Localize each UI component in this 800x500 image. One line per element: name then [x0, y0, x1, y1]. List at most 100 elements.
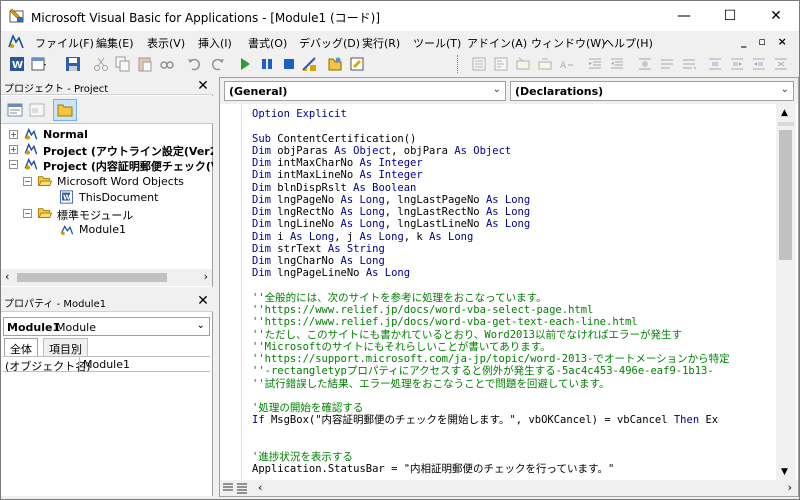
code-line[interactable]: ''https://support.microsoft.com/ja-jp/to…: [252, 353, 730, 365]
menu-edit[interactable]: 編集(E): [96, 35, 134, 51]
code-line[interactable]: ''https://www.relief.jp/docs/word-vba-se…: [252, 304, 730, 316]
design-mode-icon[interactable]: [301, 56, 317, 72]
toggle-folders-button[interactable]: [53, 99, 77, 121]
next-bookmark-icon[interactable]: [729, 56, 745, 72]
vba-menu-icon[interactable]: [7, 34, 25, 50]
project-pane-hscrollbar[interactable]: ‹ ›: [1, 269, 212, 286]
indent-icon[interactable]: [587, 56, 603, 72]
project-explorer-icon[interactable]: [327, 56, 343, 72]
scroll-thumb[interactable]: [779, 130, 792, 260]
project-pane-close-icon[interactable]: ✕: [195, 78, 211, 94]
menu-addins[interactable]: アドイン(A): [467, 35, 527, 51]
list-properties-icon[interactable]: [471, 56, 487, 72]
code-vscrollbar[interactable]: ▲ ▼: [776, 104, 796, 480]
split-bar[interactable]: [778, 122, 794, 126]
comment-block-icon[interactable]: [659, 56, 675, 72]
document-window-controls[interactable]: _ ▫ ×: [741, 35, 791, 48]
code-line[interactable]: Option Explicit: [252, 108, 730, 120]
toolbar-grip[interactable]: [457, 55, 461, 73]
uncomment-block-icon[interactable]: [681, 56, 697, 72]
close-button[interactable]: ✕: [753, 1, 799, 31]
code-line[interactable]: '処理の開始を確認する: [252, 402, 730, 414]
menu-file[interactable]: ファイル(F): [35, 35, 94, 51]
copy-icon[interactable]: [115, 56, 131, 72]
run-icon[interactable]: [237, 56, 253, 72]
toggle-bookmark-icon[interactable]: [707, 56, 723, 72]
insert-userform-icon[interactable]: [31, 56, 47, 72]
code-line[interactable]: Dim lngLineNo As Long, lngLastLineNo As …: [252, 218, 730, 230]
code-text[interactable]: Option Explicit Sub ContentCertification(…: [252, 108, 730, 476]
redo-icon[interactable]: [209, 56, 225, 72]
code-line[interactable]: Dim intMaxCharNo As Integer: [252, 157, 730, 169]
undo-icon[interactable]: [187, 56, 203, 72]
menu-help[interactable]: ヘルプ(H): [603, 35, 653, 51]
code-line[interactable]: Dim intMaxLineNo As Integer: [252, 169, 730, 181]
code-line[interactable]: Dim lngCharNo As Long: [252, 255, 730, 267]
object-combo[interactable]: (General) ⌄: [224, 81, 506, 101]
code-hscrollbar[interactable]: ‹ ›: [220, 480, 798, 496]
scroll-right-icon[interactable]: ›: [204, 270, 208, 283]
tree-item-certification-project[interactable]: − Project (内容証明郵便チェック(Ve: [1, 157, 213, 173]
collapse-icon[interactable]: −: [9, 160, 18, 169]
complete-word-icon[interactable]: A: [559, 56, 575, 72]
code-line[interactable]: Dim strText As String: [252, 243, 730, 255]
scroll-left-icon[interactable]: ‹: [5, 270, 9, 283]
scroll-left-icon[interactable]: ‹: [258, 481, 262, 494]
margin-indicator-bar[interactable]: [220, 104, 242, 480]
object-select[interactable]: Module1 Module ⌄: [3, 317, 210, 336]
reset-icon[interactable]: [281, 56, 297, 72]
toggle-breakpoint-icon[interactable]: [637, 56, 653, 72]
tree-item-word-objects[interactable]: − Microsoft Word Objects: [1, 174, 213, 189]
quick-info-icon[interactable]: [515, 56, 531, 72]
menu-debug[interactable]: デバッグ(D): [299, 35, 360, 51]
properties-window-icon[interactable]: [349, 56, 365, 72]
scroll-down-icon[interactable]: ▼: [781, 467, 788, 477]
list-constants-icon[interactable]: [493, 56, 509, 72]
code-line[interactable]: Dim lngPageNo As Long, lngLastPageNo As …: [252, 194, 730, 206]
expand-icon[interactable]: +: [9, 130, 18, 139]
view-object-icon[interactable]: [29, 102, 45, 118]
menu-format[interactable]: 書式(O): [248, 35, 287, 51]
word-view-icon[interactable]: W: [9, 56, 25, 72]
tree-item-outline-project[interactable]: + Project (アウトライン設定(Ver20: [1, 142, 213, 158]
paste-icon[interactable]: [137, 56, 153, 72]
scroll-up-icon[interactable]: ▲: [781, 108, 788, 118]
code-line[interactable]: Dim objParas As Object, objPara As Objec…: [252, 145, 730, 157]
menu-window[interactable]: ウィンドウ(W): [531, 35, 605, 51]
break-icon[interactable]: [259, 56, 275, 72]
code-line[interactable]: '進捗状況を表示する: [252, 451, 730, 463]
code-line[interactable]: If MsgBox("内容証明郵便のチェックを開始します。", vbOKCanc…: [252, 414, 730, 426]
collapse-icon[interactable]: −: [23, 209, 32, 218]
view-code-icon[interactable]: [7, 102, 23, 118]
code-line[interactable]: Dim lngRectNo As Long, lngLastRectNo As …: [252, 206, 730, 218]
tab-alphabetic[interactable]: 全体: [4, 338, 38, 356]
code-line[interactable]: [252, 427, 730, 439]
code-line[interactable]: ''Microsoftのサイトにもそれらしいことが書いてあります。: [252, 341, 730, 353]
save-icon[interactable]: [65, 56, 81, 72]
properties-pane-close-icon[interactable]: ✕: [195, 293, 211, 309]
outdent-icon[interactable]: [609, 56, 625, 72]
expand-icon[interactable]: +: [9, 145, 18, 154]
tree-item-normal[interactable]: + Normal: [1, 127, 213, 142]
code-line[interactable]: Dim i As Long, j As Long, k As Long: [252, 231, 730, 243]
menu-tools[interactable]: ツール(T): [413, 35, 461, 51]
code-line[interactable]: Sub ContentCertification(): [252, 133, 730, 145]
code-line[interactable]: [252, 439, 730, 451]
minimize-button[interactable]: —: [661, 1, 707, 31]
full-module-view-icon[interactable]: [236, 482, 248, 494]
collapse-icon[interactable]: −: [23, 177, 32, 186]
tab-categorized[interactable]: 項目別: [43, 338, 88, 356]
code-line[interactable]: [252, 390, 730, 402]
menu-run[interactable]: 実行(R): [362, 35, 400, 51]
code-line[interactable]: ''全般的には、次のサイトを参考に処理をおこなっています。: [252, 292, 730, 304]
find-icon[interactable]: [159, 56, 175, 72]
clear-bookmarks-icon[interactable]: [773, 56, 789, 72]
code-line[interactable]: [252, 120, 730, 132]
code-editor[interactable]: Option Explicit Sub ContentCertification(…: [220, 104, 776, 480]
cut-icon[interactable]: [93, 56, 109, 72]
procedure-view-icon[interactable]: [222, 482, 234, 494]
code-line[interactable]: [252, 280, 730, 292]
code-line[interactable]: Application.StatusBar = "内相証明郵便のチェックを行って…: [252, 463, 730, 475]
property-row[interactable]: (オブジェクト名) Module1: [3, 356, 210, 373]
tree-item-thisdocument[interactable]: W ThisDocument: [1, 190, 213, 205]
